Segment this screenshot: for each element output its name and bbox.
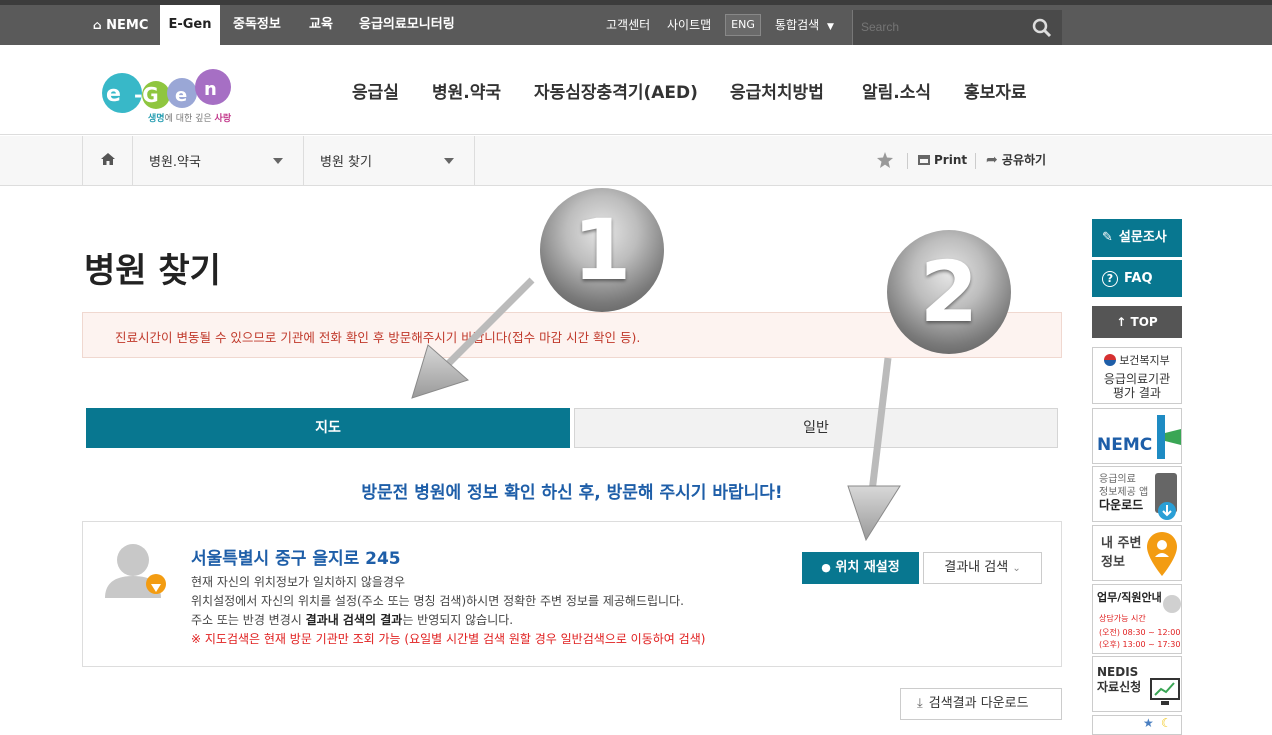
breadcrumb-depth1-select[interactable]: 병원.약국 — [132, 136, 303, 185]
moon-icon: ☾ — [1161, 716, 1172, 730]
logo-tagline: 생명에 대한 깊은 사랑 — [148, 114, 232, 124]
caret-down-icon: ▼ — [827, 22, 834, 32]
location-info-line2: 위치설정에서 자신의 위치를 설정(주소 또는 명칭 검색)하시면 정확한 주변… — [191, 594, 684, 608]
gnb-promotion[interactable]: 홍보자료 — [964, 78, 1027, 103]
gnb-news[interactable]: 알림.소식 — [862, 78, 931, 103]
tab-normal[interactable]: 일반 — [574, 408, 1058, 448]
top-utility-bar: ⌂ NEMC E-Gen 중독정보 교육 응급의료모니터링 고객센터 사이트맵 … — [0, 0, 1272, 45]
arrow-to-reset-button — [847, 357, 901, 542]
notice-text: 진료시간이 변동될 수 있으므로 기관에 전화 확인 후 방문해주시기 바랍니다… — [115, 330, 641, 345]
sitemap-link[interactable]: 사이트맵 — [667, 5, 711, 45]
caret-down-icon — [273, 158, 283, 164]
quick-nearby-info[interactable]: 내 주변 정보 — [1092, 525, 1182, 581]
customer-center-link[interactable]: 고객센터 — [606, 5, 650, 45]
home-icon: ⌂ — [93, 18, 102, 32]
taegeuk-icon — [1104, 354, 1117, 366]
edit-icon: ✎ — [1102, 230, 1113, 245]
topbar-monitoring-link[interactable]: 응급의료모니터링 — [359, 5, 455, 45]
download-icon: ⤓ — [917, 696, 923, 711]
site-header: e -G e n 생명에 대한 깊은 사랑 응급실 병원.약국 자동심장충격기(… — [0, 45, 1272, 135]
current-address: 서울특별시 중구 을지로 245 — [191, 549, 401, 569]
print-button[interactable]: Print — [918, 136, 967, 185]
arrow-up-icon: ↑ — [1116, 315, 1127, 329]
top-search-input[interactable] — [859, 16, 1019, 38]
search-in-results-button[interactable]: 결과내 검색 ⌄ — [923, 552, 1042, 584]
star-icon: ★ — [1143, 716, 1154, 730]
quick-staff-guide[interactable]: 업무/직원안내 상담가능 시간 (오전) 08:30 ~ 12:00 (오후) … — [1092, 584, 1182, 654]
location-info-line1: 현재 자신의 위치정보가 일치하지 않을경우 — [191, 575, 405, 589]
location-bar: 병원.약국 병원 찾기 Print ➦ 공유하기 — [0, 136, 1272, 186]
logo-mark-icon: e -G e n — [102, 69, 231, 113]
smartphone-download-icon — [1155, 473, 1177, 520]
svg-text:n: n — [204, 79, 217, 100]
caret-down-icon — [444, 158, 454, 164]
annotation-badge-2: 2 — [887, 230, 1011, 354]
user-location-icon — [105, 544, 166, 598]
top-button[interactable]: ↑ TOP — [1092, 306, 1182, 338]
egen-logo[interactable]: e -G e n 생명에 대한 깊은 사랑 — [100, 65, 235, 127]
share-button[interactable]: ➦ 공유하기 — [986, 136, 1046, 185]
question-icon: ? — [1102, 271, 1118, 287]
integrated-search-select[interactable]: 통합검색 ▼ — [775, 5, 834, 45]
gnb-aed[interactable]: 자동심장충격기(AED) — [534, 78, 698, 103]
gnb-first-aid[interactable]: 응급처치방법 — [730, 78, 824, 103]
topbar-nemc-link[interactable]: ⌂ NEMC — [93, 5, 148, 45]
page-title: 병원 찾기 — [84, 251, 221, 291]
visit-headline: 방문전 병원에 정보 확인 하신 후, 방문해 주시기 바랍니다! — [361, 483, 783, 503]
tab-map[interactable]: 지도 — [86, 408, 570, 448]
annotation-badge-1: 1 — [540, 188, 664, 312]
quick-nedis-request[interactable]: NEDIS 자료신청 — [1092, 656, 1182, 712]
gnb-hospital-pharmacy[interactable]: 병원.약국 — [432, 78, 501, 103]
quick-nemc[interactable]: NEMC — [1092, 408, 1182, 464]
location-info-line3: 주소 또는 반경 변경시 결과내 검색의 결과는 반영되지 않습니다. — [191, 613, 514, 627]
current-location-box: 서울특별시 중구 을지로 245 현재 자신의 위치정보가 일치하지 않을경우 … — [82, 521, 1062, 667]
breadcrumb-depth2-select[interactable]: 병원 찾기 — [303, 136, 475, 185]
download-results-button[interactable]: ⤓ 검색결과 다운로드 — [900, 688, 1062, 720]
nemc-logo-icon — [1157, 415, 1181, 459]
topbar-egen-tab[interactable]: E-Gen — [160, 5, 220, 45]
gnb-emergency-room[interactable]: 응급실 — [352, 78, 399, 103]
eng-button[interactable]: ENG — [725, 14, 761, 36]
svg-text:e: e — [175, 85, 187, 106]
reset-location-button[interactable]: ● 위치 재설정 — [802, 552, 919, 584]
printer-icon — [918, 155, 930, 165]
home-link[interactable] — [82, 136, 132, 185]
map-pin-icon — [1147, 532, 1177, 576]
top-search-box — [852, 10, 1062, 45]
star-icon[interactable] — [877, 152, 893, 168]
quick-more-item[interactable]: ★ ☾ — [1092, 715, 1182, 735]
location-info-warning: ※ 지도검색은 현재 방문 기관만 조회 가능 (요일별 시간별 검색 원할 경… — [191, 632, 706, 646]
topbar-poison-link[interactable]: 중독정보 — [233, 5, 281, 45]
quick-app-download[interactable]: 응급의료 정보제공 앱 다운로드 — [1092, 466, 1182, 522]
monitor-chart-icon — [1150, 678, 1180, 705]
svg-text:-G: -G — [134, 83, 159, 107]
chevron-down-icon: ⌄ — [1012, 563, 1021, 574]
share-icon: ➦ — [986, 152, 998, 168]
home-icon — [101, 153, 115, 165]
svg-text:e: e — [106, 82, 121, 107]
map-pin-icon: ● — [821, 561, 831, 574]
quick-faq[interactable]: ? FAQ — [1092, 259, 1182, 297]
quick-evaluation-results[interactable]: 보건복지부 응급의료기관 평가 결과 — [1092, 347, 1182, 404]
quick-survey[interactable]: ✎ 설문조사 — [1092, 219, 1182, 257]
search-icon[interactable] — [1032, 18, 1052, 38]
topbar-education-link[interactable]: 교육 — [309, 5, 333, 45]
chat-icon — [1163, 595, 1181, 613]
